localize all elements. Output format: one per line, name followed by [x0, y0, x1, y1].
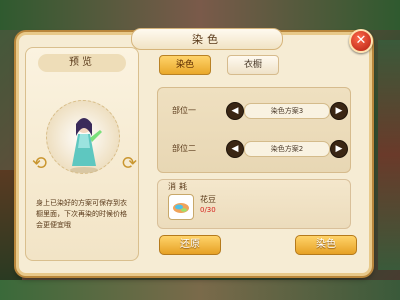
- chevron-right-icon: ▶: [335, 106, 343, 116]
- reset-button[interactable]: 还原: [159, 235, 221, 255]
- part-label: 部位二: [172, 144, 196, 153]
- chevron-left-icon: ◀: [231, 144, 239, 154]
- dye-parts-box: 部位一 ◀ 染色方案3 ▶ 部位二 ◀ 染色方案2 ▶: [157, 87, 351, 173]
- scheme-value: 染色方案3: [244, 103, 330, 119]
- background-top: [0, 0, 400, 30]
- part-label: 部位一: [172, 106, 196, 115]
- dye-controls: 染色 衣橱 部位一 ◀ 染色方案3 ▶ 部位二 ◀ 染色方案2 ▶ 消耗 花豆 …: [155, 49, 357, 259]
- cost-header: 消耗: [168, 182, 190, 191]
- dye-part-row: 部位二 ◀ 染色方案2 ▶: [172, 140, 348, 158]
- tab-dye[interactable]: 染色: [159, 55, 211, 75]
- chevron-left-icon: ◀: [231, 106, 239, 116]
- dye-button[interactable]: 染色: [295, 235, 357, 255]
- close-icon: ✕: [355, 33, 367, 48]
- rotate-right-icon[interactable]: ⟳: [122, 154, 137, 174]
- scheme-value: 染色方案2: [244, 141, 330, 157]
- dye-dialog: 染色 ✕ 预览 ⟲ ⟳ 身上已染好的方案可保存到衣橱里面，下次再染的时候价格会更…: [16, 28, 373, 276]
- chevron-right-icon: ▶: [335, 144, 343, 154]
- preview-note: 身上已染好的方案可保存到衣橱里面，下次再染的时候价格会更便宜哦: [36, 199, 127, 229]
- title-bar: 染色: [131, 28, 283, 50]
- background-bottom: [0, 280, 400, 300]
- prev-scheme-button[interactable]: ◀: [226, 102, 244, 120]
- close-button[interactable]: ✕: [349, 29, 373, 53]
- dye-part-row: 部位一 ◀ 染色方案3 ▶: [172, 102, 348, 120]
- bean-item-icon[interactable]: [168, 194, 194, 220]
- preview-panel: 预览 ⟲ ⟳ 身上已染好的方案可保存到衣橱里面，下次再染的时候价格会更便宜哦: [25, 47, 139, 261]
- next-scheme-button[interactable]: ▶: [330, 140, 348, 158]
- next-scheme-button[interactable]: ▶: [330, 102, 348, 120]
- cost-box: 消耗 花豆 0/30: [157, 179, 351, 229]
- rotate-left-icon[interactable]: ⟲: [32, 154, 47, 174]
- dialog-title: 染色: [192, 33, 222, 46]
- preview-header: 预览: [38, 54, 126, 72]
- background-right: [378, 40, 400, 270]
- tab-wardrobe[interactable]: 衣橱: [227, 55, 279, 75]
- item-name: 花豆: [200, 195, 216, 204]
- character-model-icon[interactable]: [64, 108, 104, 174]
- prev-scheme-button[interactable]: ◀: [226, 140, 244, 158]
- item-count: 0/30: [200, 206, 216, 214]
